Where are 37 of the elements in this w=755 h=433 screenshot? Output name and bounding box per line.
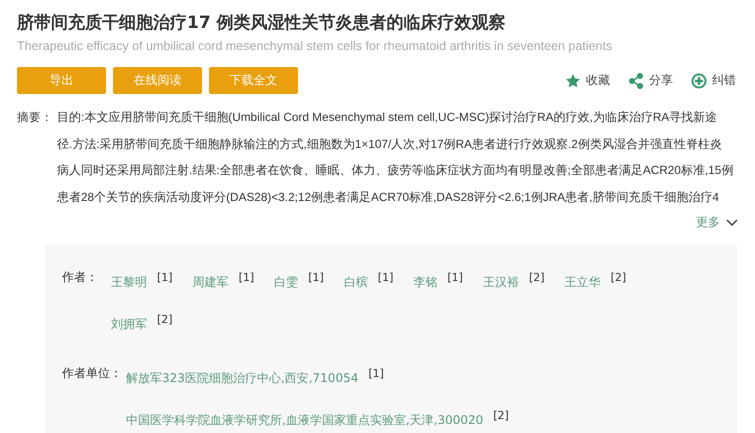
reference-mark: [1]: [157, 271, 173, 284]
more-link[interactable]: 更多: [696, 214, 738, 231]
author-link[interactable]: 王汉裕: [482, 275, 519, 289]
author-link[interactable]: 白槟: [344, 275, 368, 289]
plus-circle-icon: [691, 72, 707, 88]
author-link[interactable]: 王立华: [564, 275, 601, 289]
reference-mark: [2]: [493, 409, 509, 422]
author-link[interactable]: 刘拥军: [111, 317, 147, 331]
action-link[interactable]: 收藏: [565, 72, 610, 89]
affiliation-label: 作者单位：: [62, 365, 122, 382]
reference-mark: [1]: [308, 271, 324, 284]
action-link[interactable]: 纠错: [691, 72, 736, 89]
reference-mark: [2]: [157, 313, 173, 326]
author-link[interactable]: 李铭: [413, 275, 438, 289]
abstract-text: 目的:本文应用脐带间充质干细胞(Umbilical Cord Mesenchymal stem cell,UC-MSC)探讨治疗RA的疗效,为临床治疗RA寻找新途 径.方法:采用脐带间充质干细胞静脉输注的方式,细胞数为1×107/人次,对17例RA患者进行疗效观察.2例类风湿合并强直性脊柱炎 病人同时还采用局部注射.结果:全部患者在饮食、睡眠、体力、疲劳等临床症状方面均有明显改善;全部患者满足ACR20标准,15例 患者28个关节的疾病活动度评分(DAS28)<3.2;12例患者满足ACR70标准,DAS28评分<2.6;1例JRA患者,脐带间充质干细胞治疗4: [57, 109, 734, 206]
article-title: 脐带间充质干细胞治疗17 例类风湿性关节炎患者的临床疗效观察: [17, 12, 507, 35]
action-button[interactable]: 在线阅读: [113, 67, 202, 94]
authors-label: 作者：: [62, 269, 99, 286]
action-button[interactable]: 导出: [17, 67, 106, 94]
reference-mark: [1]: [238, 271, 254, 284]
author-link[interactable]: 白雯: [274, 275, 298, 289]
affiliation-link[interactable]: 中国医学科学院血液学研究所,血液学国家重点实验室,天津,300020: [126, 413, 484, 427]
affiliation-link[interactable]: 解放军323医院细胞治疗中心,西安,710054: [126, 371, 358, 385]
abstract-label: 摘要：: [17, 109, 54, 126]
author-link[interactable]: 王黎明: [111, 275, 147, 289]
action-link[interactable]: 分享: [628, 72, 673, 89]
reference-mark: [1]: [368, 367, 384, 380]
author-link[interactable]: 周建军: [192, 275, 229, 289]
share-icon: [628, 72, 644, 88]
reference-mark: [2]: [610, 271, 626, 284]
star-icon: [565, 72, 581, 88]
reference-mark: [2]: [528, 271, 545, 284]
action-button[interactable]: 下载全文: [209, 67, 298, 94]
reference-mark: [1]: [447, 271, 463, 284]
reference-mark: [1]: [378, 271, 394, 284]
article-subtitle: Therapeutic efficacy of umbilical cord mesenchymal stem cells for rheumatoid arthritis in seventeen patients: [17, 39, 614, 53]
chevron-down-icon: [726, 218, 738, 226]
